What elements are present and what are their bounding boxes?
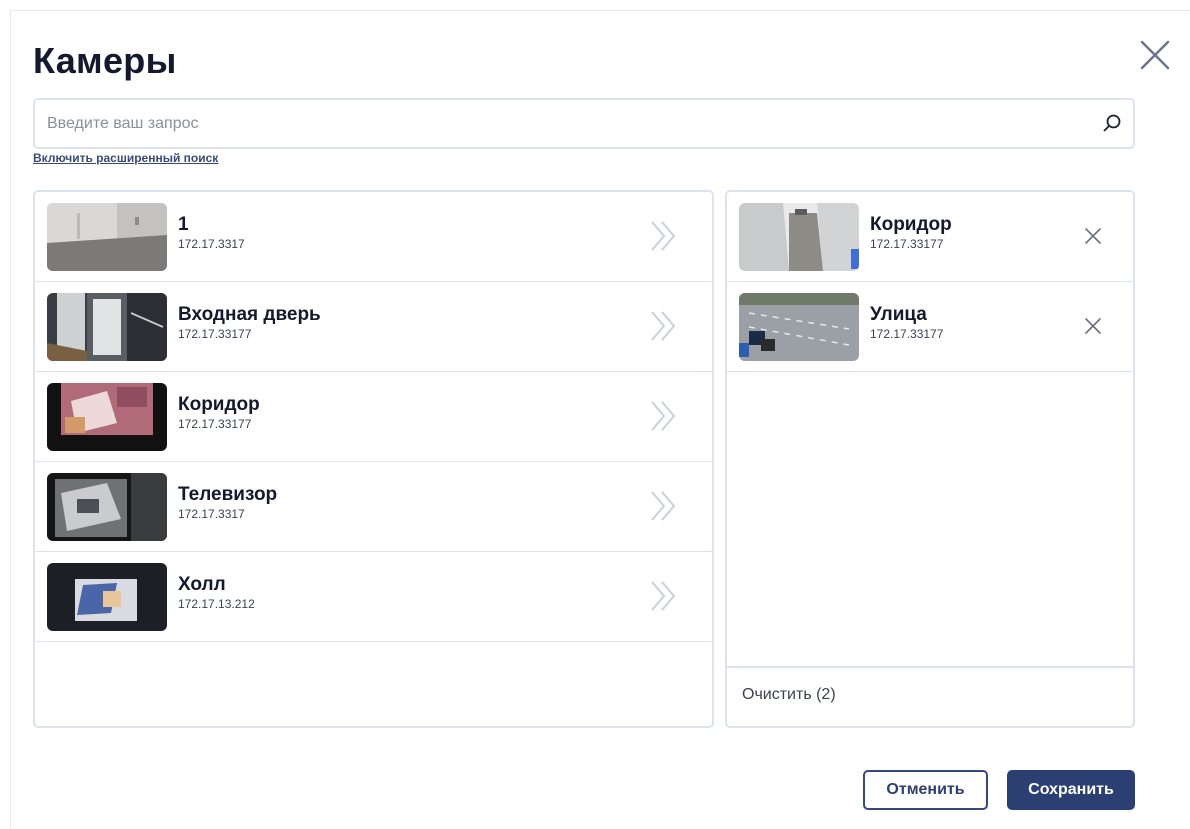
list-item: Улица 172.17.33177 [727,282,1133,372]
close-icon[interactable] [1083,226,1103,246]
cancel-button[interactable]: Отменить [863,770,988,810]
double-chevron-right-icon[interactable] [648,398,680,434]
camera-thumbnail [739,203,859,271]
camera-ip: 172.17.33177 [178,417,252,431]
close-icon[interactable] [1138,38,1172,72]
selected-footer: Очистить (2) [727,666,1133,726]
selected-cameras-list: Коридор 172.17.33177 Улица 172.17.33177 … [725,190,1135,728]
camera-name: 1 [178,214,189,235]
list-item[interactable]: Входная дверь 172.17.33177 [35,282,712,372]
camera-name: Улица [870,304,927,325]
camera-ip: 172.17.3317 [178,237,245,251]
double-chevron-right-icon[interactable] [648,578,680,614]
available-cameras-list: 1 172.17.3317 Входная дверь 172.17.33177 [33,190,714,728]
advanced-search-link[interactable]: Включить расширенный поиск [33,151,218,165]
camera-name: Входная дверь [178,304,321,325]
clear-button[interactable]: Очистить (2) [742,686,836,704]
list-item: Коридор 172.17.33177 [727,192,1133,282]
camera-thumbnail [47,383,167,451]
camera-ip: 172.17.3317 [178,507,245,521]
list-item[interactable]: Холл 172.17.13.212 [35,552,712,642]
camera-ip: 172.17.33177 [178,327,252,341]
search-input[interactable] [47,100,1087,147]
camera-name: Телевизор [178,484,278,505]
list-item[interactable]: 1 172.17.3317 [35,192,712,282]
camera-name: Холл [178,574,226,595]
page-title: Камеры [33,40,177,81]
list-item[interactable]: Телевизор 172.17.3317 [35,462,712,552]
save-button[interactable]: Сохранить [1007,770,1135,810]
list-item[interactable]: Коридор 172.17.33177 [35,372,712,462]
double-chevron-right-icon[interactable] [648,308,680,344]
double-chevron-right-icon[interactable] [648,488,680,524]
camera-thumbnail [47,473,167,541]
camera-thumbnail [47,563,167,631]
camera-ip: 172.17.33177 [870,237,944,251]
camera-name: Коридор [178,394,260,415]
search-icon[interactable] [1101,112,1123,134]
search-box [33,98,1135,149]
double-chevron-right-icon[interactable] [648,218,680,254]
camera-thumbnail [47,293,167,361]
camera-ip: 172.17.33177 [870,327,944,341]
camera-ip: 172.17.13.212 [178,597,255,611]
close-icon[interactable] [1083,316,1103,336]
camera-name: Коридор [870,214,952,235]
camera-thumbnail [47,203,167,271]
camera-thumbnail [739,293,859,361]
